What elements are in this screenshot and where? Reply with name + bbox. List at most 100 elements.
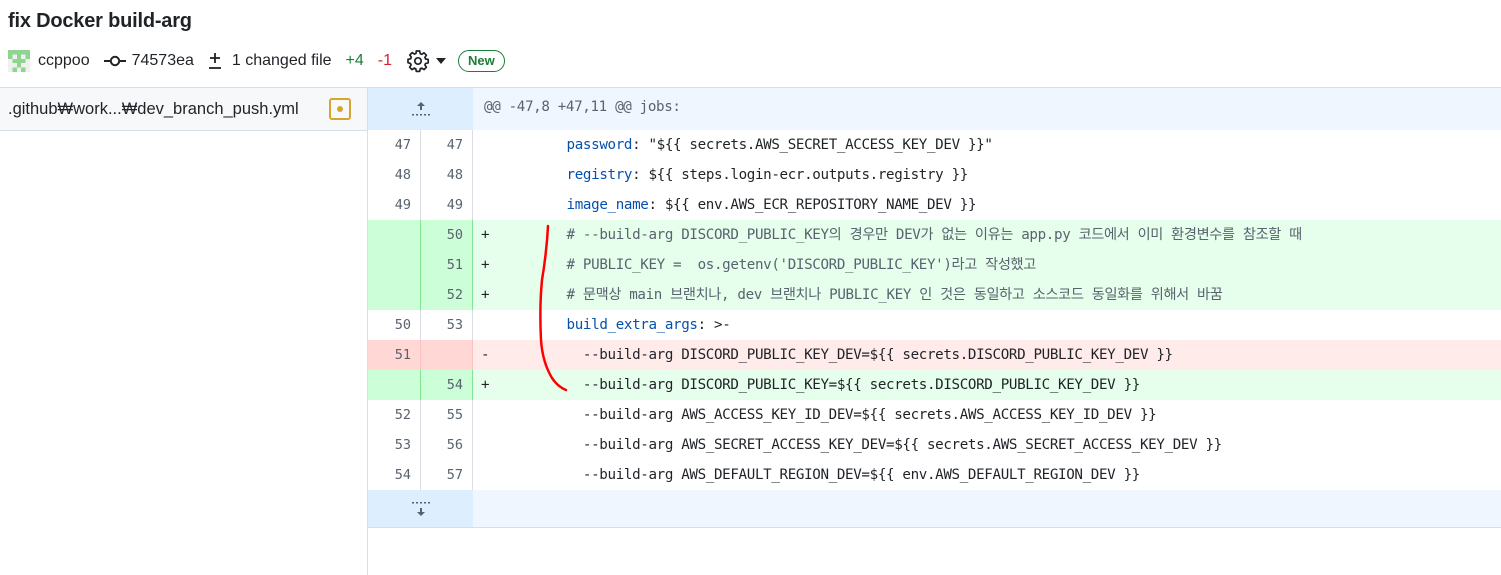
diff-line-deleted: 51 - --build-arg DISCORD_PUBLIC_KEY_DEV=$… [368,340,1501,370]
code-line: --build-arg AWS_ACCESS_KEY_ID_DEV=${{ se… [473,400,1501,430]
diff-lines: 47 47 password: "${{ secrets.AWS_SECRET_A… [368,130,1501,490]
new-line-number[interactable]: 51 [421,250,473,280]
diff-sign: - [481,347,490,363]
changed-files-label: 1 changed file [231,52,332,69]
old-line-number[interactable] [368,250,421,280]
diff-line-added: 52 + # 문맥상 main 브랜치나, dev 브랜치나 PUBLIC_KEY… [368,280,1501,310]
file-name[interactable]: .github₩work...₩dev_branch_push.yml [8,100,299,119]
new-line-number[interactable] [421,340,473,370]
diff-line-context: 49 49 image_name: ${{ env.AWS_ECR_REPOSIT… [368,190,1501,220]
expand-down-button[interactable] [368,490,473,527]
expand-up-button[interactable] [368,88,473,130]
code-line: registry: ${{ steps.login-ecr.outputs.re… [473,160,1501,190]
diff-sign: + [481,227,490,243]
code-text: : ${{ env.AWS_ECR_REPOSITORY_NAME_DEV }} [648,197,977,213]
deletions-count: -1 [377,52,393,69]
new-line-number[interactable]: 48 [421,160,473,190]
old-line-number[interactable]: 54 [368,460,421,490]
old-line-number[interactable]: 51 [368,340,421,370]
old-line-number[interactable]: 48 [368,160,421,190]
commit-sha[interactable]: 74573ea [103,52,194,70]
diff-line-context: 48 48 registry: ${{ steps.login-ecr.outpu… [368,160,1501,190]
code-line: + # PUBLIC_KEY = os.getenv('DISCORD_PUBL… [473,250,1501,280]
file-modified-icon [329,98,351,120]
code-line: + # --build-arg DISCORD_PUBLIC_KEY의 경우만 … [473,220,1501,250]
diff-line-context: 53 56 --build-arg AWS_SECRET_ACCESS_KEY_D… [368,430,1501,460]
yaml-key: image_name [566,197,649,213]
expand-up-icon [411,102,430,116]
new-line-number[interactable]: 47 [421,130,473,160]
file-tree: .github₩work...₩dev_branch_push.yml [0,88,368,575]
diff-line-context: 47 47 password: "${{ secrets.AWS_SECRET_A… [368,130,1501,160]
old-line-number[interactable] [368,370,421,400]
code-text: --build-arg AWS_SECRET_ACCESS_KEY_DEV=${… [582,437,1222,453]
commit-header: fix Docker build-arg ccppoo 74573ea 1 ch… [0,0,1501,88]
yaml-key: password [566,137,633,153]
diff-line-added: 54 + --build-arg DISCORD_PUBLIC_KEY=${{ s… [368,370,1501,400]
new-badge: New [458,50,505,72]
code-text: --build-arg AWS_ACCESS_KEY_ID_DEV=${{ se… [582,407,1157,423]
code-text: : >- [697,317,731,333]
old-line-number[interactable] [368,280,421,310]
code-comment: # PUBLIC_KEY = os.getenv('DISCORD_PUBLIC… [566,257,1037,273]
diff-line-context: 54 57 --build-arg AWS_DEFAULT_REGION_DEV=… [368,460,1501,490]
old-line-number[interactable]: 47 [368,130,421,160]
avatar [8,50,30,72]
new-line-number[interactable]: 54 [421,370,473,400]
diff-settings-button[interactable] [406,49,447,73]
additions-count: +4 [345,52,364,69]
code-line: --build-arg AWS_SECRET_ACCESS_KEY_DEV=${… [473,430,1501,460]
new-line-number[interactable]: 55 [421,400,473,430]
diff-line-context: 52 55 --build-arg AWS_ACCESS_KEY_ID_DEV=$… [368,400,1501,430]
code-text: : "${{ secrets.AWS_SECRET_ACCESS_KEY_DEV… [632,137,993,153]
commit-hash[interactable]: 74573ea [132,52,194,70]
new-line-number[interactable]: 49 [421,190,473,220]
code-line: + --build-arg DISCORD_PUBLIC_KEY=${{ sec… [473,370,1501,400]
new-line-number[interactable]: 57 [421,460,473,490]
new-line-number[interactable]: 53 [421,310,473,340]
diff-sign: + [481,377,490,393]
new-line-number[interactable]: 50 [421,220,473,250]
commit-meta: ccppoo 74573ea 1 changed file +4 -1 New [8,47,505,75]
code-text: : ${{ steps.login-ecr.outputs.registry }… [632,167,968,183]
old-line-number[interactable]: 49 [368,190,421,220]
code-line: build_extra_args: >- [473,310,1501,340]
new-line-number[interactable]: 56 [421,430,473,460]
author-name[interactable]: ccppoo [38,52,90,70]
code-line: - --build-arg DISCORD_PUBLIC_KEY_DEV=${{… [473,340,1501,370]
new-line-number[interactable]: 52 [421,280,473,310]
hunk-footer-fill [473,490,1501,527]
diff-line-added: 51 + # PUBLIC_KEY = os.getenv('DISCORD_PU… [368,250,1501,280]
author[interactable]: ccppoo [8,50,90,72]
diff-sign: + [481,257,490,273]
diff-line-context: 50 53 build_extra_args: >- [368,310,1501,340]
caret-down-icon [436,58,447,64]
expand-down-icon [411,501,430,516]
code-line: password: "${{ secrets.AWS_SECRET_ACCESS… [473,130,1501,160]
code-line: image_name: ${{ env.AWS_ECR_REPOSITORY_N… [473,190,1501,220]
old-line-number[interactable]: 53 [368,430,421,460]
hunk-footer-row [368,490,1501,528]
file-tree-item[interactable]: .github₩work...₩dev_branch_push.yml [0,88,367,131]
old-line-number[interactable]: 52 [368,400,421,430]
code-comment: # 문맥상 main 브랜치나, dev 브랜치나 PUBLIC_KEY 인 것… [566,287,1223,303]
hunk-header: @@ -47,8 +47,11 @@ jobs: [473,88,1501,130]
code-text: --build-arg DISCORD_PUBLIC_KEY_DEV=${{ s… [582,347,1173,363]
git-commit-icon [103,55,126,67]
code-text: --build-arg DISCORD_PUBLIC_KEY=${{ secre… [582,377,1140,393]
diff-sign: + [481,287,490,303]
code-line: --build-arg AWS_DEFAULT_REGION_DEV=${{ e… [473,460,1501,490]
code-text: --build-arg AWS_DEFAULT_REGION_DEV=${{ e… [582,467,1140,483]
yaml-key: build_extra_args [566,317,698,333]
old-line-number[interactable]: 50 [368,310,421,340]
old-line-number[interactable] [368,220,421,250]
code-comment: # --build-arg DISCORD_PUBLIC_KEY의 경우만 DE… [566,227,1303,243]
